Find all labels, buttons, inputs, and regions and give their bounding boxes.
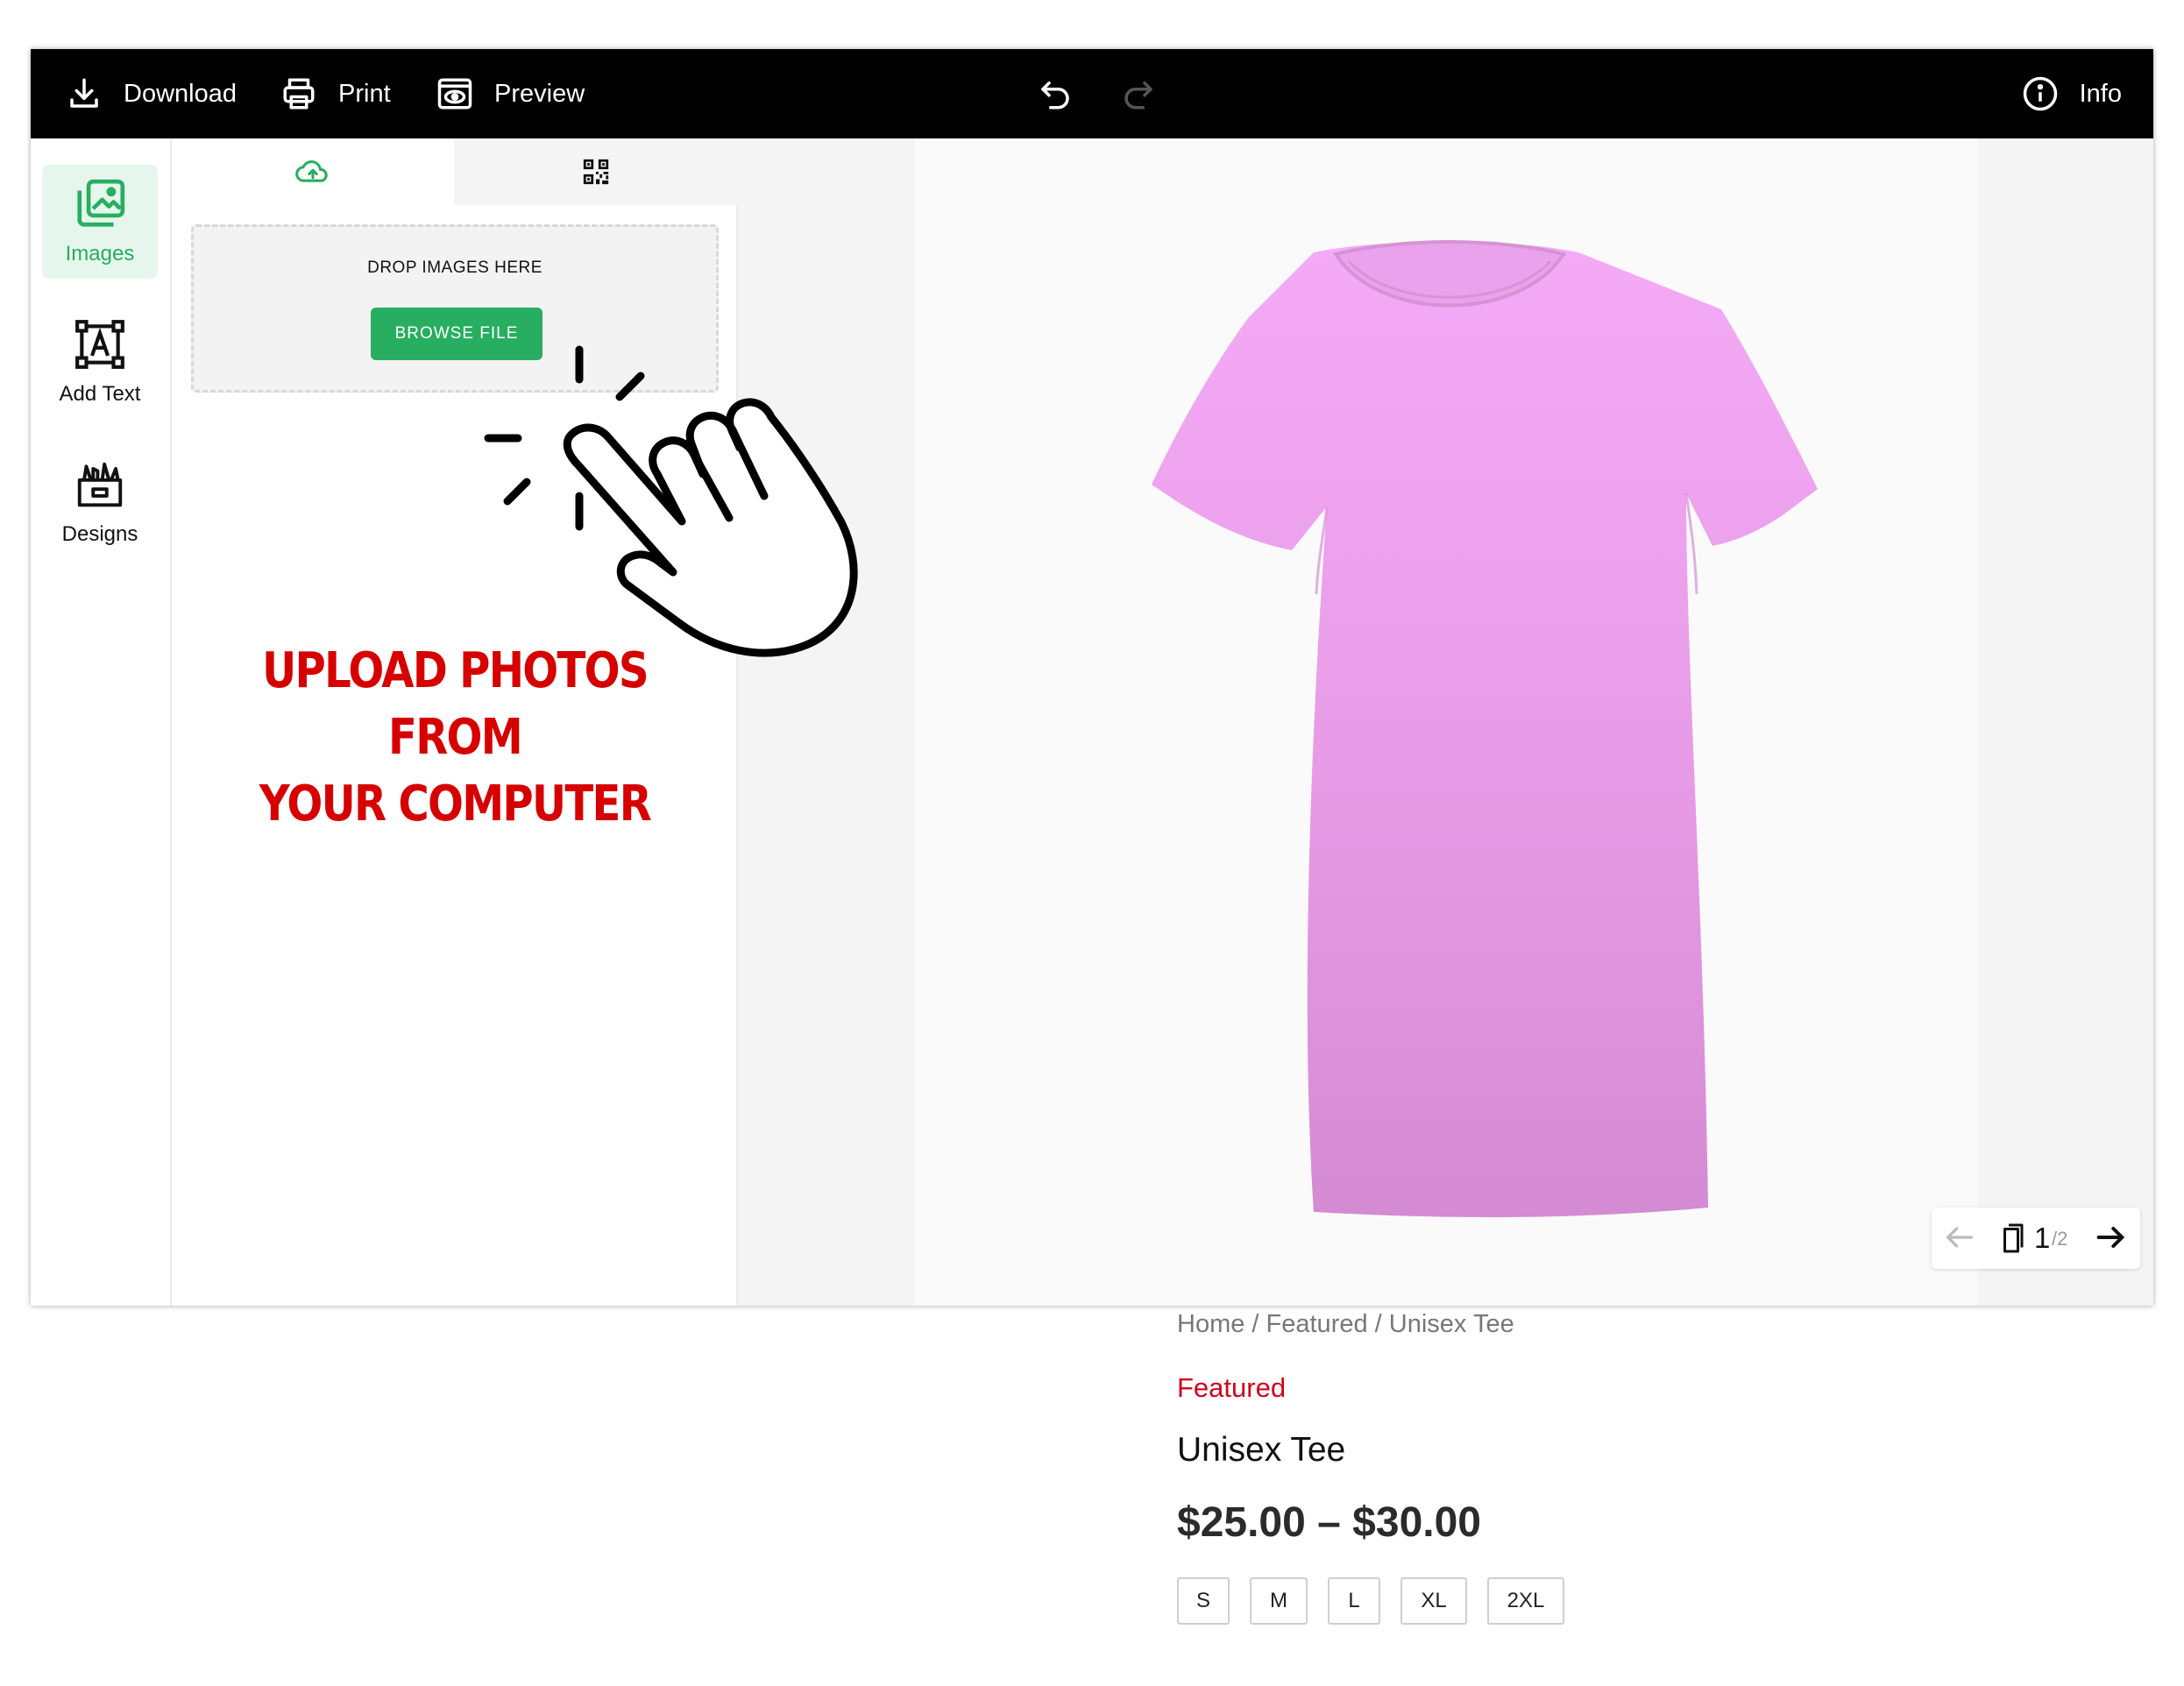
images-icon — [77, 179, 125, 227]
page-navigator: 1 /2 — [1932, 1208, 2140, 1269]
designer-app: Download Print Preview Info Images Add T… — [31, 49, 2153, 1306]
redo-button[interactable] — [1120, 49, 1157, 138]
size-selector: S M L XL 2XL — [1177, 1577, 1564, 1625]
sidebar-item-label: Add Text — [59, 382, 141, 406]
next-page-icon[interactable] — [2093, 1220, 2128, 1255]
redo-icon — [1124, 81, 1152, 110]
undo-button[interactable] — [1037, 49, 1074, 138]
info-icon — [2023, 76, 2057, 111]
design-canvas: 1 /2 — [738, 138, 2153, 1306]
download-label: Download — [124, 79, 237, 108]
hand-outline — [563, 398, 858, 657]
designs-icon — [77, 462, 123, 507]
product-title: Unisex Tee — [1177, 1431, 1346, 1469]
breadcrumb-home[interactable]: Home — [1177, 1310, 1244, 1338]
download-button[interactable]: Download — [66, 49, 237, 138]
size-option-s[interactable]: S — [1177, 1577, 1230, 1625]
promo-line-2: YOUR COMPUTER — [259, 776, 652, 832]
undo-icon — [1041, 81, 1069, 110]
upload-panel: DROP IMAGES HERE BROWSE FILE UPLOAD PHOT… — [172, 138, 738, 1306]
preview-eye-icon — [437, 78, 472, 110]
top-toolbar: Download Print Preview Info — [31, 49, 2153, 138]
left-sidebar: Images Add Text Designs — [31, 138, 172, 1306]
prev-page-icon[interactable] — [1942, 1220, 1977, 1255]
page-current: 1 — [2034, 1222, 2051, 1254]
tab-upload[interactable] — [172, 138, 454, 205]
breadcrumb: Home / Featured / Unisex Tee — [1177, 1310, 1514, 1339]
print-button[interactable]: Print — [280, 49, 391, 138]
sidebar-item-images[interactable]: Images — [42, 165, 158, 279]
qr-code-icon — [583, 159, 609, 185]
preview-button[interactable]: Preview — [436, 49, 585, 138]
pages-icon — [2003, 1223, 2024, 1253]
tab-qr-code[interactable] — [454, 138, 738, 205]
breadcrumb-separator: / — [1244, 1310, 1266, 1338]
size-option-2xl[interactable]: 2XL — [1487, 1577, 1564, 1625]
info-button[interactable]: Info — [2022, 49, 2122, 138]
breadcrumb-featured[interactable]: Featured — [1266, 1310, 1368, 1338]
pointing-hand-icon — [484, 345, 858, 657]
download-icon — [70, 78, 98, 108]
preview-label: Preview — [494, 79, 585, 108]
sidebar-item-label: Designs — [61, 522, 138, 546]
tshirt-body — [1152, 242, 1818, 1218]
sidebar-item-label: Images — [65, 242, 135, 266]
tshirt-mockup — [1152, 239, 1818, 1218]
print-label: Print — [338, 79, 391, 108]
size-option-m[interactable]: M — [1250, 1577, 1308, 1625]
sidebar-item-designs[interactable]: Designs — [42, 445, 158, 559]
product-category-link[interactable]: Featured — [1177, 1372, 1286, 1404]
page-total: /2 — [2052, 1228, 2068, 1250]
printer-icon — [283, 78, 315, 110]
drop-label: DROP IMAGES HERE — [367, 259, 542, 277]
text-icon — [75, 320, 124, 369]
product-price: $25.00 – $30.00 — [1177, 1499, 1481, 1546]
breadcrumb-current: Unisex Tee — [1388, 1310, 1514, 1338]
product-stage[interactable] — [915, 138, 1978, 1306]
breadcrumb-separator: / — [1367, 1310, 1389, 1338]
sidebar-item-add-text[interactable]: Add Text — [42, 305, 158, 419]
info-label: Info — [2079, 79, 2122, 108]
size-option-xl[interactable]: XL — [1400, 1577, 1467, 1625]
upload-promo-text: UPLOAD PHOTOS FROM YOUR COMPUTER — [211, 638, 698, 838]
cloud-upload-icon — [295, 160, 328, 182]
size-option-l[interactable]: L — [1328, 1577, 1380, 1625]
